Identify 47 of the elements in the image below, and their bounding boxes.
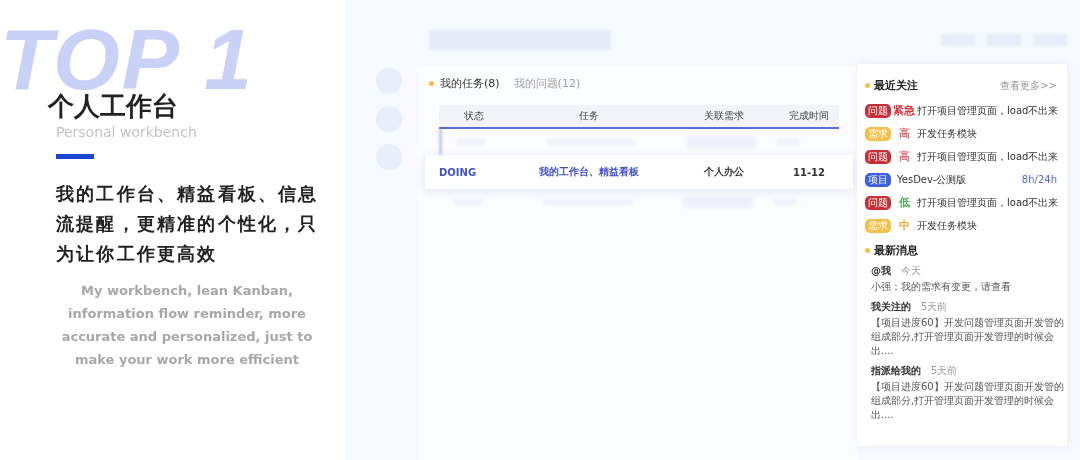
follow-item-title[interactable]: 打开项目管理页面，load不出来	[917, 103, 1059, 118]
column-header: 状态	[463, 109, 485, 123]
follow-item-title[interactable]: 开发任务模块	[917, 218, 977, 233]
priority-label: 低	[897, 195, 911, 210]
status-cell-text: DOING	[438, 166, 478, 178]
hero-title: 个人工作台	[48, 90, 179, 122]
tag-badge: 需求	[865, 218, 891, 233]
hours-label: 8h/24h	[1021, 174, 1057, 185]
section-title: 最近关注	[874, 78, 918, 93]
bullet-icon	[429, 81, 434, 86]
bullet-icon	[865, 83, 870, 88]
message-text[interactable]: 小强：我的需求有变更，请查看	[871, 280, 1065, 294]
requirement-cell-text: 个人办公	[703, 165, 745, 179]
column-header: 完成时间	[788, 109, 830, 123]
message-source: @我	[871, 264, 891, 278]
hero-description: 我的工作台、精益看板、信息流提醒，更精准的个性化，只为让你工作更高效	[56, 182, 320, 266]
follow-item-title[interactable]: 打开项目管理页面，load不出来	[917, 149, 1059, 164]
tag-badge: 问题	[865, 103, 891, 118]
message-time: 5天前	[921, 300, 948, 314]
tab[interactable]: 我的任务(8)	[440, 76, 508, 91]
project-name[interactable]: YesDev-公测版	[897, 172, 967, 187]
priority-label: 紧急	[893, 103, 915, 118]
section-title: 最新消息	[874, 243, 918, 258]
focused-table-row[interactable]: DOING 我的工作台、精益看板 个人办公 11-12	[425, 155, 853, 189]
hero-subtitle: Personal workbench	[56, 124, 198, 140]
priority-label: 高	[897, 126, 911, 141]
message-time: 今天	[901, 264, 921, 278]
bullet-icon	[865, 248, 870, 253]
tag-badge: 问题	[865, 195, 891, 210]
message-source: 我关注的	[871, 300, 911, 314]
priority-label: 高	[897, 149, 911, 164]
message-time: 5天前	[931, 364, 958, 378]
tag-badge: 需求	[865, 126, 891, 141]
message-text[interactable]: 【项目进度60】开发问题管理页面开发管的组成部分,打开管理页面开发管理的时候会出....	[871, 380, 1065, 422]
due-date-cell-text: 11-12	[792, 166, 826, 178]
accent-bar	[56, 154, 94, 159]
tag-badge: 问题	[865, 149, 891, 164]
follow-item-title[interactable]: 开发任务模块	[917, 126, 977, 141]
tag-badge: 项目	[865, 172, 891, 187]
column-header: 任务	[578, 109, 600, 123]
follow-item-title[interactable]: 打开项目管理页面，load不出来	[917, 195, 1059, 210]
message-source: 指派给我的	[871, 364, 921, 378]
message-text[interactable]: 【项目进度60】开发问题管理页面开发管的组成部分,打开管理页面开发管理的时候会出....	[871, 316, 1065, 358]
hero-description-english: My workbench, lean Kanban, information flow reminder, more accurate and personalized, just to make your work more efficient	[60, 282, 314, 369]
column-header: 关联需求	[703, 109, 745, 123]
priority-label: 中	[897, 218, 911, 233]
task-cell-text: 我的工作台、精益看板	[538, 165, 640, 179]
